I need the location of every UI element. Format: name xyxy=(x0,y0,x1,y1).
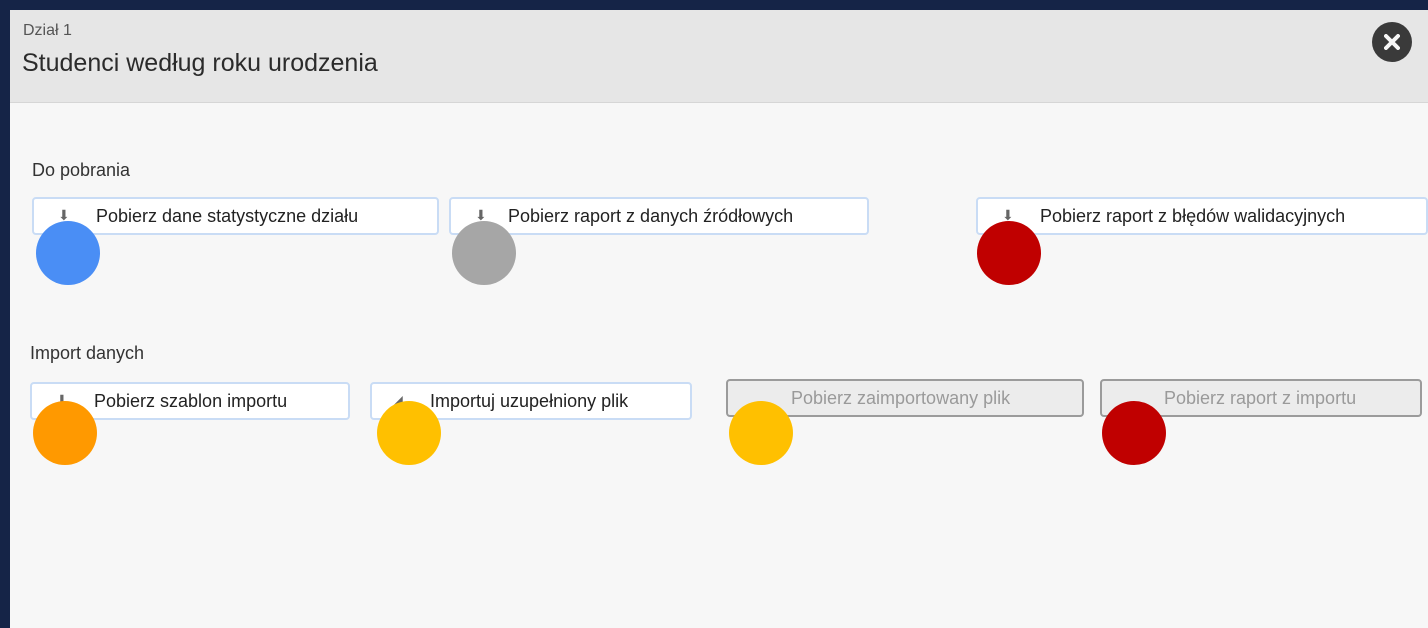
download-import-template-label: Pobierz szablon importu xyxy=(94,391,288,411)
import-filled-file-label: Importuj uzupełniony plik xyxy=(430,391,629,411)
close-icon xyxy=(1384,34,1400,50)
download-import-report-label: Pobierz raport z importu xyxy=(1164,388,1357,408)
status-dot-red xyxy=(977,221,1041,285)
status-dot-orange xyxy=(33,401,97,465)
status-dot-gray xyxy=(452,221,516,285)
download-imported-file-label: Pobierz zaimportowany plik xyxy=(791,388,1011,408)
status-dot-red xyxy=(1102,401,1166,465)
downloads-section-label: Do pobrania xyxy=(32,160,131,180)
status-dot-yellow xyxy=(377,401,441,465)
download-validation-report-button[interactable]: ⬇ Pobierz raport z błędów walidacyjnych xyxy=(976,197,1428,235)
download-source-report-button[interactable]: ⬇ Pobierz raport z danych źródłowych xyxy=(449,197,869,235)
download-source-report-label: Pobierz raport z danych źródłowych xyxy=(508,206,794,226)
status-dot-blue xyxy=(36,221,100,285)
status-dot-yellow xyxy=(729,401,793,465)
download-statistics-label: Pobierz dane statystyczne działu xyxy=(96,206,359,226)
dialog-subtitle: Dział 1 xyxy=(23,22,72,39)
download-validation-report-label: Pobierz raport z błędów walidacyjnych xyxy=(1040,206,1346,226)
dialog: Dział 1 Studenci według roku urodzenia D… xyxy=(10,10,1428,628)
dialog-title: Studenci według roku urodzenia xyxy=(22,49,378,77)
close-button[interactable] xyxy=(1372,22,1412,62)
download-statistics-button[interactable]: ⬇ Pobierz dane statystyczne działu xyxy=(32,197,439,235)
import-section-label: Import danych xyxy=(30,343,145,363)
dialog-header: Dział 1 Studenci według roku urodzenia xyxy=(10,10,1428,103)
